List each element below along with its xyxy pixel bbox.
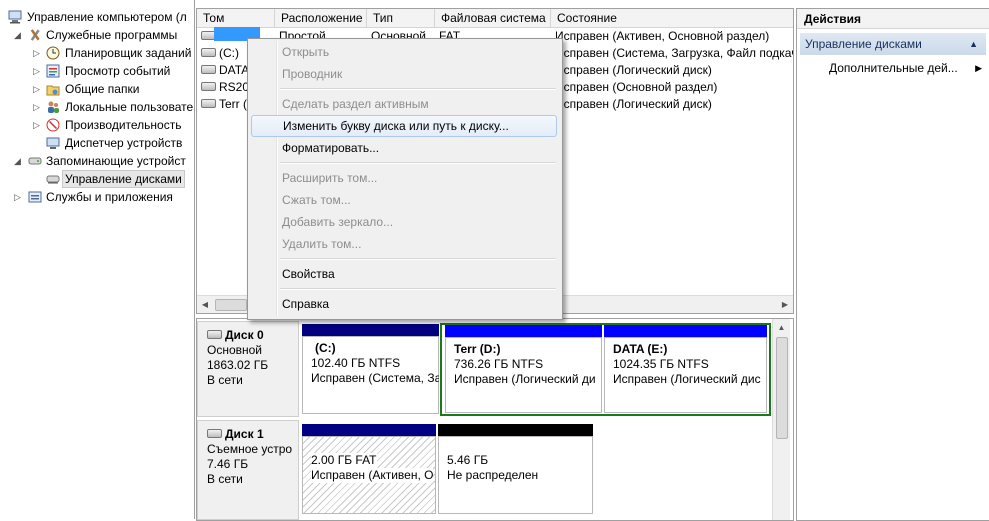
tree-item-event-viewer[interactable]: ▷ Просмотр событий xyxy=(0,62,194,80)
menu-item-open[interactable]: Открыть xyxy=(251,41,557,63)
expand-arrow-icon[interactable]: ▷ xyxy=(32,116,41,134)
column-header-status[interactable]: Состояние xyxy=(551,9,793,27)
menu-separator xyxy=(280,288,556,290)
expand-arrow-icon[interactable]: ▷ xyxy=(32,62,41,80)
submenu-arrow-icon: ▶ xyxy=(975,63,982,73)
disk-0-label[interactable]: Диск 0 Основной 1863.02 ГБ В сети xyxy=(197,321,299,417)
vertical-scrollbar[interactable]: ▲ xyxy=(772,319,790,520)
partition-bar xyxy=(604,325,767,337)
menu-item-add-mirror[interactable]: Добавить зеркало... xyxy=(251,211,557,233)
menu-item-shrink-volume[interactable]: Сжать том... xyxy=(251,189,557,211)
tree-item-task-scheduler[interactable]: ▷ Планировщик заданий xyxy=(0,44,194,62)
menu-separator xyxy=(280,258,556,260)
users-icon xyxy=(46,100,60,114)
partition-bar xyxy=(438,424,593,436)
drive-icon xyxy=(201,99,216,109)
menu-separator xyxy=(280,162,556,164)
scroll-thumb[interactable] xyxy=(776,337,788,439)
tree-item-system-tools[interactable]: ◢ Служебные программы xyxy=(0,26,194,44)
partition-unallocated[interactable]: 5.46 ГБ Не распределен xyxy=(438,424,593,514)
menu-item-delete-volume[interactable]: Удалить том... xyxy=(251,233,557,255)
collapse-arrow-icon[interactable]: ◢ xyxy=(13,26,22,44)
menu-item-format[interactable]: Форматировать... xyxy=(251,137,557,159)
expand-arrow-icon[interactable]: ▷ xyxy=(32,44,41,62)
shared-folder-icon xyxy=(46,82,60,96)
clock-icon xyxy=(46,46,60,60)
menu-item-change-drive-letter[interactable]: Изменить букву диска или путь к диску... xyxy=(251,115,557,137)
tree-item-shared-folders[interactable]: ▷ Общие папки xyxy=(0,80,194,98)
console-tree: Управление компьютером (л ◢ Служебные пр… xyxy=(0,0,195,519)
drive-icon xyxy=(201,82,216,92)
actions-pane: Действия Управление дисками ▲ Дополнител… xyxy=(796,8,989,521)
partition-bar xyxy=(302,324,439,336)
volume-list-header: Том Расположение Тип Файловая система Со… xyxy=(197,9,793,28)
tree-item-services-apps[interactable]: ▷ Службы и приложения xyxy=(0,188,194,206)
column-header-volume[interactable]: Том xyxy=(197,9,275,27)
tools-icon xyxy=(28,28,42,42)
partition-bar xyxy=(445,325,602,337)
tree-item-local-users[interactable]: ▷ Локальные пользовате xyxy=(0,98,194,116)
more-actions-item[interactable]: Дополнительные дей... ▶ xyxy=(829,59,984,77)
scroll-right-icon[interactable]: ▶ xyxy=(777,296,793,313)
menu-item-help[interactable]: Справка xyxy=(251,293,557,315)
expand-arrow-icon[interactable]: ▷ xyxy=(13,188,22,206)
partition-bar xyxy=(302,424,436,436)
menu-item-properties[interactable]: Свойства xyxy=(251,263,557,285)
tree-item-storage[interactable]: ◢ Запоминающие устройст xyxy=(0,152,194,170)
disk-icon xyxy=(207,429,222,439)
storage-icon xyxy=(28,154,42,168)
actions-section-disk-management[interactable]: Управление дисками ▲ xyxy=(800,33,986,55)
scroll-thumb[interactable] xyxy=(215,299,247,311)
menu-item-explore[interactable]: Проводник xyxy=(251,63,557,85)
tree-item-device-manager[interactable]: Диспетчер устройств xyxy=(0,134,194,152)
partition-c[interactable]: (C:) 102.40 ГБ NTFS Исправен (Система, З… xyxy=(302,324,439,414)
disk-1-label[interactable]: Диск 1 Съемное устро 7.46 ГБ В сети xyxy=(197,420,299,520)
device-manager-icon xyxy=(46,136,60,150)
collapse-arrow-icon[interactable]: ◢ xyxy=(13,152,22,170)
partition-e[interactable]: DATA (E:) 1024.35 ГБ NTFS Исправен (Логи… xyxy=(604,325,767,413)
expand-arrow-icon[interactable]: ▷ xyxy=(32,98,41,116)
column-header-layout[interactable]: Расположение xyxy=(275,9,367,27)
computer-management-icon xyxy=(8,10,22,24)
actions-title: Действия xyxy=(797,9,989,29)
tree-item-performance[interactable]: ▷ Производительность xyxy=(0,116,194,134)
disk-icon xyxy=(207,330,222,340)
disk-map: Диск 0 Основной 1863.02 ГБ В сети (C:) 1… xyxy=(196,318,794,521)
drive-icon xyxy=(201,65,216,75)
performance-icon xyxy=(46,118,60,132)
expand-arrow-icon[interactable]: ▷ xyxy=(32,80,41,98)
partition-usb-fat[interactable]: 2.00 ГБ FAT Исправен (Активен, О xyxy=(302,424,436,514)
column-header-type[interactable]: Тип xyxy=(367,9,435,27)
collapse-up-icon[interactable]: ▲ xyxy=(969,33,978,55)
scroll-up-icon[interactable]: ▲ xyxy=(773,319,790,336)
menu-separator xyxy=(280,88,556,90)
tree-item-computer-management[interactable]: Управление компьютером (л xyxy=(0,8,194,26)
menu-item-mark-active[interactable]: Сделать раздел активным xyxy=(251,93,557,115)
disk-management-icon xyxy=(46,172,60,186)
tree-item-disk-management[interactable]: Управление дисками xyxy=(0,170,194,188)
services-icon xyxy=(28,190,42,204)
context-menu: Открыть Проводник Сделать раздел активны… xyxy=(247,38,563,320)
partition-d[interactable]: Terr (D:) 736.26 ГБ NTFS Исправен (Логич… xyxy=(445,325,602,413)
scroll-left-icon[interactable]: ◀ xyxy=(197,296,213,313)
column-header-filesystem[interactable]: Файловая система xyxy=(435,9,551,27)
drive-icon xyxy=(201,48,216,58)
event-viewer-icon xyxy=(46,64,60,78)
menu-item-extend-volume[interactable]: Расширить том... xyxy=(251,167,557,189)
